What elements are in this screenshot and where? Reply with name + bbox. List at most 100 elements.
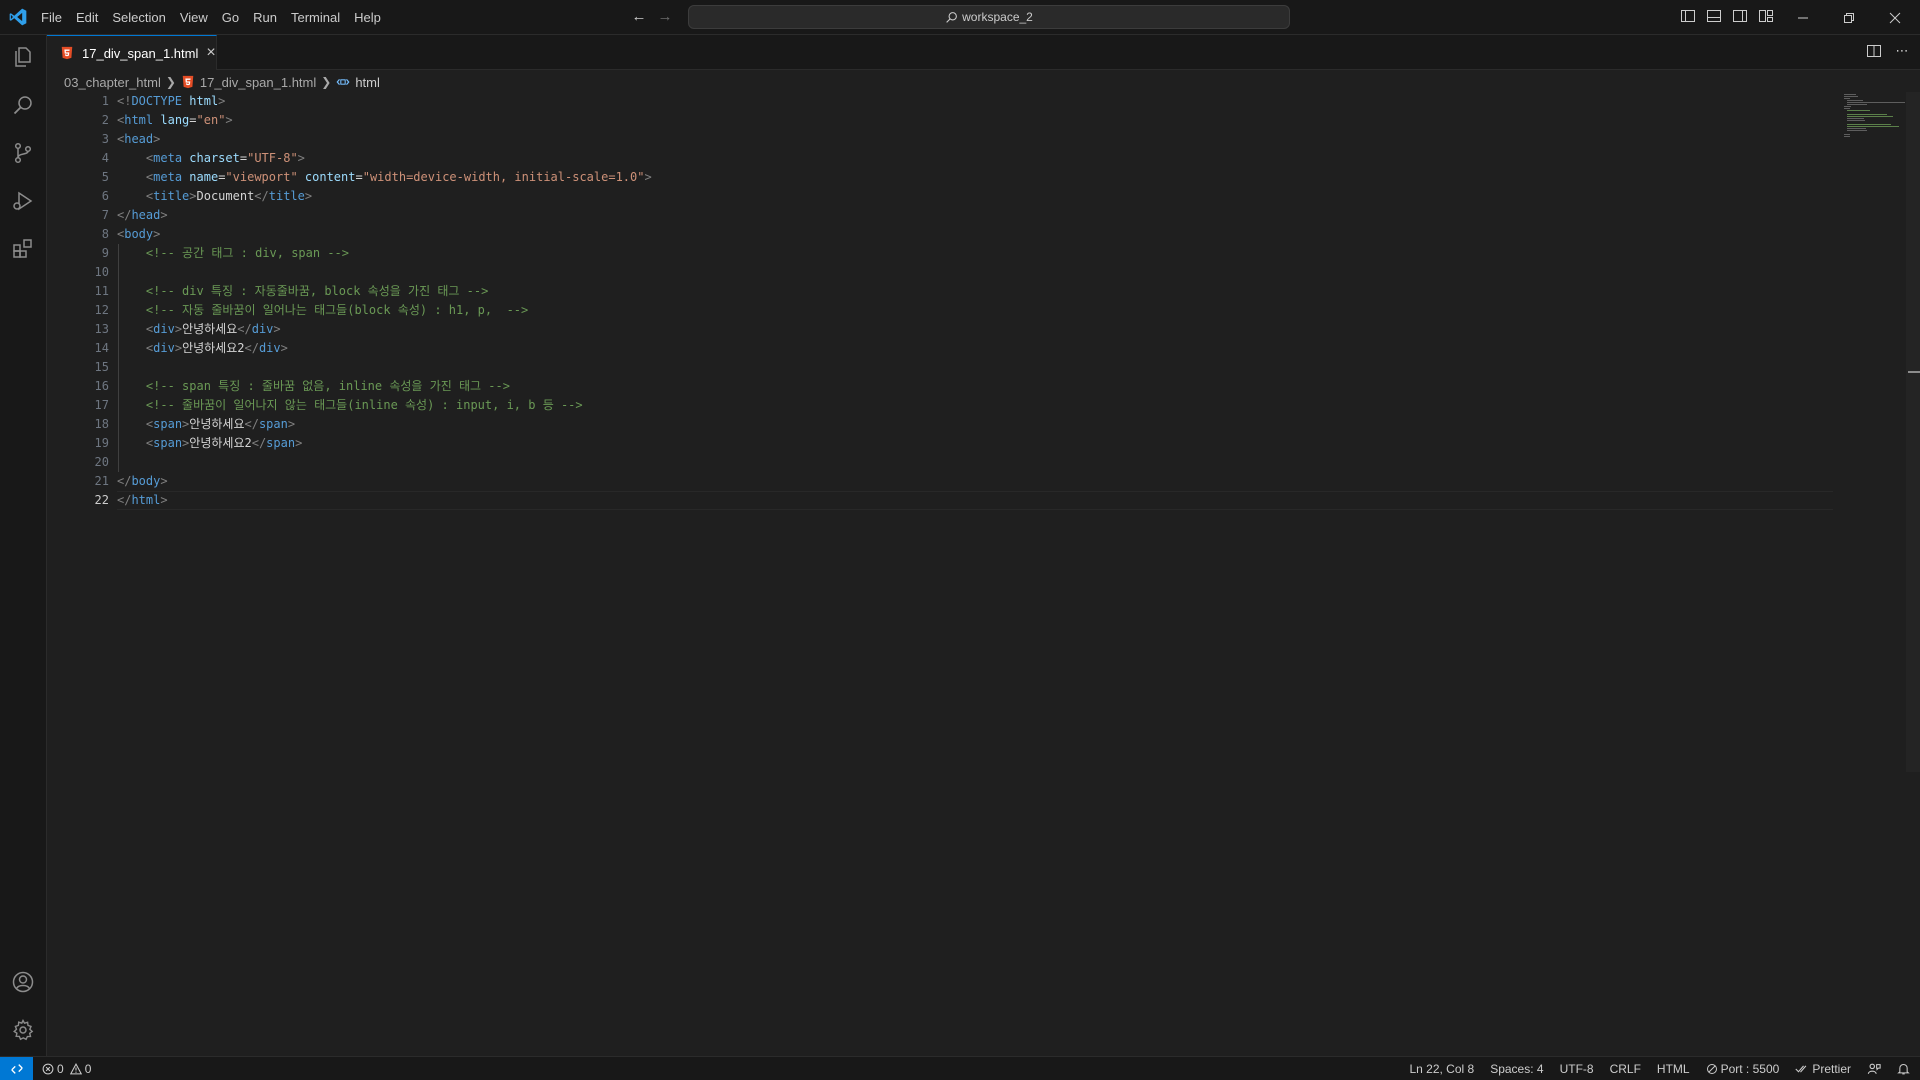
menu-file[interactable]: File (34, 0, 69, 35)
feedback-icon[interactable] (1867, 1062, 1881, 1076)
html5-icon (182, 75, 194, 89)
code-line[interactable]: </body> (117, 472, 1833, 491)
code-token: </ (117, 208, 132, 222)
code-line[interactable]: <span>안녕하세요</span> (117, 415, 1833, 434)
code-token: content (304, 170, 356, 184)
indent-guide (118, 415, 119, 434)
status-bar: 0 0 Ln 22, Col 8 Spaces: 4 UTF-8 CRLF HT… (0, 1056, 1920, 1080)
line-number: 19 (94, 436, 109, 450)
indentation-setting[interactable]: Spaces: 4 (1490, 1062, 1543, 1076)
toggle-secondary-sidebar-icon[interactable] (1732, 8, 1748, 24)
code-token: </ (237, 322, 252, 336)
code-token: div (258, 341, 281, 355)
code-line[interactable]: <span>안녕하세요2</span> (117, 434, 1833, 453)
extensions-icon[interactable] (11, 237, 35, 261)
code-line[interactable] (117, 358, 1833, 377)
code-token: > (273, 322, 281, 336)
code-line[interactable]: <!DOCTYPE html> (117, 92, 1833, 111)
indent-guide (118, 282, 119, 301)
code-token: div (153, 322, 175, 336)
code-line[interactable]: <meta name="viewport" content="width=dev… (117, 168, 1833, 187)
more-actions-icon[interactable]: ⋯ (1894, 43, 1910, 59)
toggle-primary-sidebar-icon[interactable] (1680, 8, 1696, 24)
settings-gear-icon[interactable] (11, 1018, 35, 1042)
breadcrumb-folder[interactable]: 03_chapter_html (64, 75, 161, 90)
language-mode[interactable]: HTML (1657, 1062, 1690, 1076)
title-bar: File Edit Selection View Go Run Terminal… (0, 0, 1920, 35)
code-line[interactable]: <!-- 공간 태그 : div, span --> (117, 244, 1833, 263)
menu-selection[interactable]: Selection (105, 0, 172, 35)
code-line[interactable]: </html> (117, 491, 1833, 510)
menu-help[interactable]: Help (347, 0, 388, 35)
code-editor[interactable]: 1 2 3 4 5 6 7 8 9 10 11 12 13 14 15 16 17 18 19 20 21 22 <!DO… (47, 92, 1920, 1056)
indent-guide (118, 263, 119, 282)
forward-arrow-icon[interactable]: → (656, 8, 674, 26)
code-line[interactable]: <title>Document</title> (117, 187, 1833, 206)
menu-edit[interactable]: Edit (69, 0, 105, 35)
menu-run[interactable]: Run (246, 0, 284, 35)
error-icon (42, 1063, 54, 1074)
editor-tab-bar: 17_div_span_1.html × ⋯ (47, 35, 1920, 70)
prettier-status[interactable]: Prettier (1795, 1062, 1851, 1076)
code-token: html (189, 94, 219, 108)
code-line[interactable]: <!-- 자동 줄바꿈이 일어나는 태그들(block 속성) : h1, p,… (117, 301, 1833, 320)
code-line[interactable]: <!-- div 특징 : 자동줄바꿈, block 속성을 가진 태그 --> (117, 282, 1833, 301)
code-line[interactable] (117, 453, 1833, 472)
line-number: 9 (101, 246, 109, 260)
command-center[interactable]: workspace_2 (688, 5, 1290, 29)
code-token: 안녕하세요 (182, 322, 238, 336)
problems-indicator[interactable]: 0 0 (42, 1057, 91, 1080)
customize-layout-icon[interactable] (1758, 8, 1774, 24)
code-line[interactable]: <html lang="en"> (117, 111, 1833, 130)
code-line[interactable]: <head> (117, 130, 1833, 149)
end-of-line[interactable]: CRLF (1610, 1062, 1641, 1076)
breadcrumb-file[interactable]: 17_div_span_1.html (200, 75, 316, 90)
code-line[interactable]: <!-- 줄바꿈이 일어나지 않는 태그들(inline 속성) : input… (117, 396, 1833, 415)
minimize-icon[interactable] (1780, 0, 1826, 35)
close-window-icon[interactable] (1872, 0, 1918, 35)
notifications-bell-icon[interactable] (1897, 1062, 1910, 1076)
code-line[interactable]: <!-- span 특징 : 줄바꿈 없음, inline 속성을 가진 태그 … (117, 377, 1833, 396)
code-line[interactable] (117, 263, 1833, 282)
breadcrumb-symbol[interactable]: html (355, 75, 380, 90)
line-number: 7 (101, 208, 109, 222)
search-icon[interactable] (11, 93, 35, 117)
code-line[interactable]: <div>안녕하세요2</div> (117, 339, 1833, 358)
code-token: body (124, 227, 154, 241)
vertical-scrollbar[interactable] (1906, 92, 1920, 772)
code-token: head (131, 208, 161, 222)
restore-icon[interactable] (1826, 0, 1872, 35)
cursor-position[interactable]: Ln 22, Col 8 (1409, 1062, 1474, 1076)
code-area[interactable]: <!DOCTYPE html> <html lang="en"> <head> <m… (117, 92, 1833, 510)
live-server-port[interactable]: Port : 5500 (1706, 1062, 1779, 1076)
explorer-icon[interactable] (11, 45, 35, 69)
accounts-icon[interactable] (11, 970, 35, 994)
toggle-panel-icon[interactable] (1706, 8, 1722, 24)
line-number: 21 (94, 474, 109, 488)
code-line[interactable]: <body> (117, 225, 1833, 244)
code-token: meta (153, 151, 183, 165)
remote-indicator[interactable] (0, 1057, 33, 1080)
code-line[interactable]: </head> (117, 206, 1833, 225)
run-and-debug-icon[interactable] (11, 189, 35, 213)
menu-view[interactable]: View (173, 0, 215, 35)
close-tab-icon[interactable]: × (206, 45, 215, 61)
menu-go[interactable]: Go (215, 0, 246, 35)
line-number: 1 (101, 94, 109, 108)
code-token: span (153, 417, 183, 431)
source-control-icon[interactable] (11, 141, 35, 165)
code-line[interactable]: <div>안녕하세요</div> (117, 320, 1833, 339)
code-token: > (174, 322, 183, 336)
back-arrow-icon[interactable]: ← (630, 8, 648, 26)
line-number: 22 (94, 493, 109, 507)
line-number: 16 (94, 379, 109, 393)
file-encoding[interactable]: UTF-8 (1560, 1062, 1594, 1076)
code-token: div (251, 322, 274, 336)
menu-terminal[interactable]: Terminal (284, 0, 347, 35)
tab-17-div-span-1[interactable]: 17_div_span_1.html × (47, 35, 217, 70)
code-line[interactable]: <meta charset="UTF-8"> (117, 149, 1833, 168)
window-controls (1780, 0, 1918, 35)
split-editor-icon[interactable] (1866, 43, 1882, 59)
code-token: </ (244, 341, 259, 355)
